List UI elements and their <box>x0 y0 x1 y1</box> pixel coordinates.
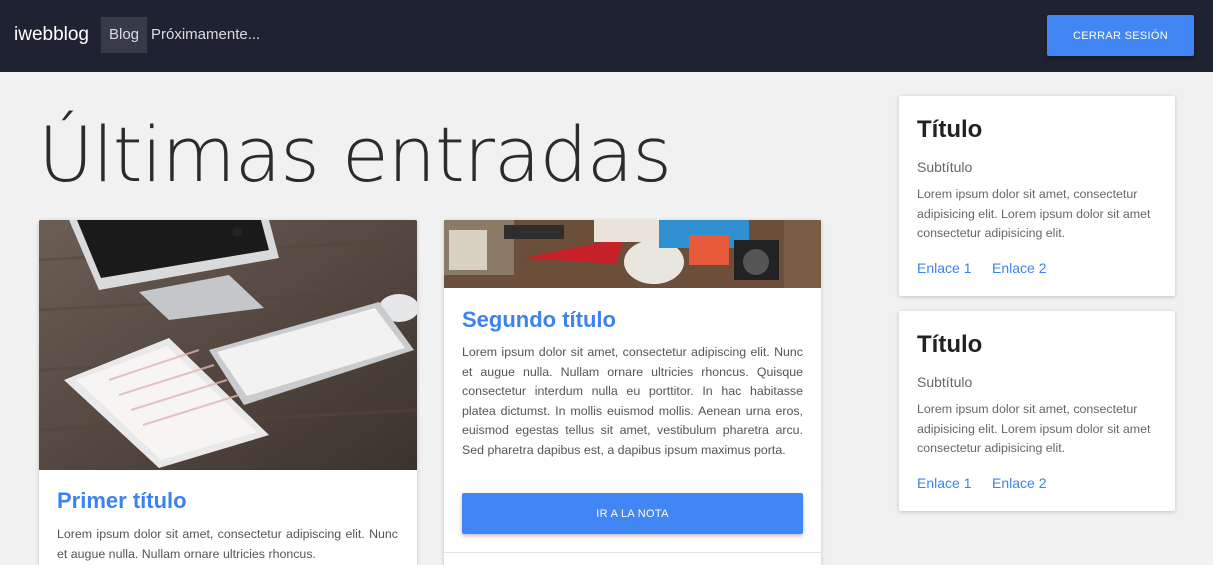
side-card-text: Lorem ipsum dolor sit amet, consectetur … <box>917 187 1151 241</box>
side-card-link-1[interactable]: Enlace 1 <box>917 475 971 491</box>
top-navbar: iwebblog Blog Próximamente... CERRAR SES… <box>0 0 1213 72</box>
side-card-text: Lorem ipsum dolor sit amet, consectetur … <box>917 402 1151 456</box>
side-card-link-2[interactable]: Enlace 2 <box>992 475 1046 491</box>
side-card-title: Título <box>917 331 983 358</box>
brand-logo[interactable]: iwebblog <box>14 24 89 46</box>
post-title-2[interactable]: Segundo título <box>462 307 616 333</box>
side-card-2: Título Subtítulo Lorem ipsum dolor sit a… <box>899 311 1175 511</box>
side-card-title: Título <box>917 116 983 143</box>
card-divider <box>444 552 821 553</box>
side-card-subtitle: Subtítulo <box>917 159 973 175</box>
post-excerpt-1: Lorem ipsum dolor sit amet, consectetur … <box>57 527 398 561</box>
logout-button[interactable]: CERRAR SESIÓN <box>1047 15 1194 56</box>
side-card-1: Título Subtítulo Lorem ipsum dolor sit a… <box>899 96 1175 296</box>
post-excerpt-2: Lorem ipsum dolor sit amet, consectetur … <box>462 345 803 457</box>
side-card-subtitle: Subtítulo <box>917 374 973 390</box>
post-card-2: Segundo título Lorem ipsum dolor sit ame… <box>444 220 821 565</box>
read-note-button[interactable]: IR A LA NOTA <box>462 493 803 534</box>
post-title-1[interactable]: Primer título <box>57 488 187 514</box>
post-card-1: Primer título Lorem ipsum dolor sit amet… <box>39 220 417 565</box>
nav-link-coming-soon[interactable]: Próximamente... <box>143 17 268 53</box>
side-card-link-2[interactable]: Enlace 2 <box>992 260 1046 276</box>
side-card-link-1[interactable]: Enlace 1 <box>917 260 971 276</box>
post-image-2[interactable] <box>444 220 821 288</box>
page-title: Últimas entradas <box>38 110 672 199</box>
post-image-1[interactable] <box>39 220 417 470</box>
nav-link-blog[interactable]: Blog <box>101 17 148 53</box>
